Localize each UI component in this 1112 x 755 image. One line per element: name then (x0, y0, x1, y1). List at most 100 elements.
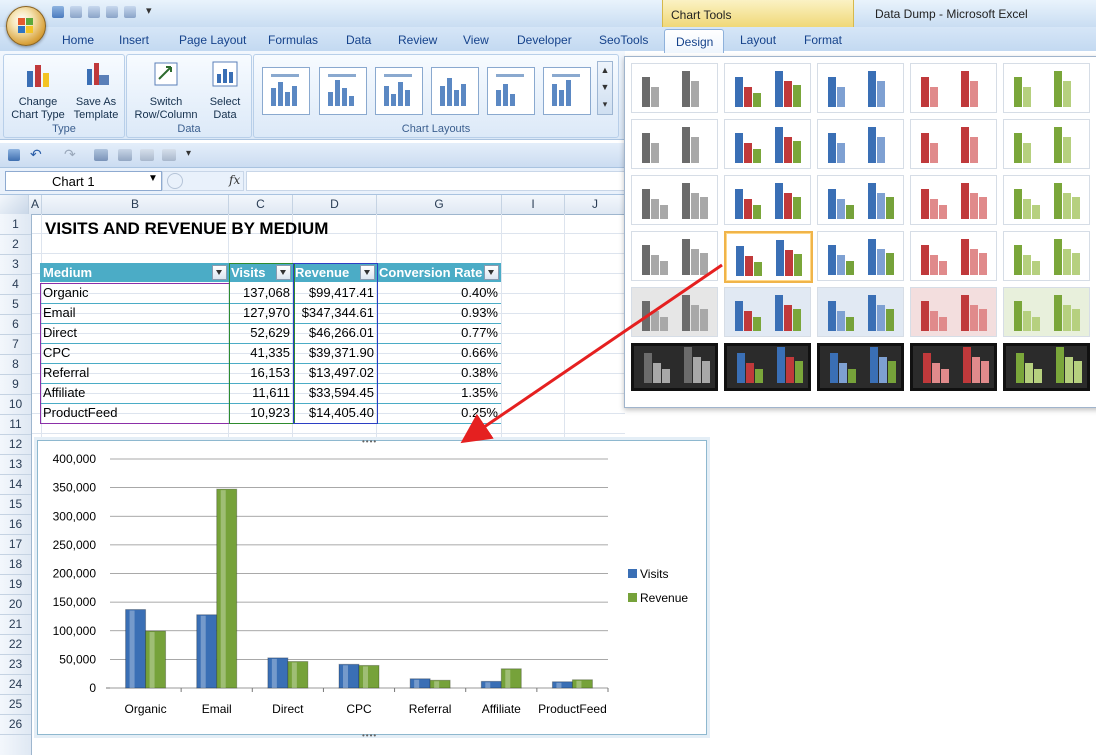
row-header-7[interactable]: 7 (0, 334, 31, 355)
row-header-20[interactable]: 20 (0, 594, 31, 615)
row-header-22[interactable]: 22 (0, 634, 31, 655)
row-header-2[interactable]: 2 (0, 234, 31, 255)
chart-bar-revenue[interactable] (287, 661, 309, 689)
row-header-1[interactable]: 1 (0, 214, 31, 235)
save-as-template-button[interactable]: Save As Template (68, 59, 124, 122)
chart-layout-6[interactable] (543, 67, 591, 115)
row-header-24[interactable]: 24 (0, 674, 31, 695)
chart-bar-visits[interactable] (125, 609, 147, 689)
chart-style-option[interactable] (1003, 343, 1090, 391)
row-header-26[interactable]: 26 (0, 714, 31, 735)
chart-style-option[interactable] (910, 119, 997, 169)
tab-developer[interactable]: Developer (517, 33, 572, 47)
chart-bar-visits[interactable] (267, 657, 289, 689)
chart-layout-1[interactable] (262, 67, 310, 115)
qat-dropdown-icon[interactable]: ▾ (146, 4, 152, 17)
select-all-button[interactable] (0, 195, 29, 214)
chart-style-option[interactable] (1003, 287, 1090, 337)
preview-icon[interactable] (124, 6, 136, 18)
tab-review[interactable]: Review (398, 33, 437, 47)
chart-style-option[interactable] (910, 287, 997, 337)
change-chart-type-button[interactable]: Change Chart Type (10, 59, 66, 122)
row-header-12[interactable]: 12 (0, 434, 31, 455)
sheet-title[interactable]: VISITS AND REVENUE BY MEDIUM (45, 219, 328, 239)
switch-row-column-button[interactable]: Switch Row/Column (131, 59, 201, 122)
column-header-b[interactable]: B (42, 195, 229, 214)
row-header-9[interactable]: 9 (0, 374, 31, 395)
undo-icon[interactable] (70, 6, 82, 18)
chart-style-option[interactable] (1003, 63, 1090, 113)
column-header-a[interactable]: A (29, 195, 42, 214)
row-header-8[interactable]: 8 (0, 354, 31, 375)
chart-bar-revenue[interactable] (145, 630, 167, 689)
customize-qat-icon[interactable]: ▾ (186, 148, 191, 159)
save-icon[interactable] (8, 149, 20, 161)
chart-bar-revenue[interactable] (429, 679, 451, 689)
chart-layout-5[interactable] (487, 67, 535, 115)
tab-page-layout[interactable]: Page Layout (179, 33, 246, 47)
chart-style-option[interactable] (910, 175, 997, 225)
tab-data[interactable]: Data (346, 33, 371, 47)
column-header-c[interactable]: C (229, 195, 293, 214)
chart-layout-2[interactable] (319, 67, 367, 115)
row-header-18[interactable]: 18 (0, 554, 31, 575)
tab-insert[interactable]: Insert (119, 33, 149, 47)
column-header-i[interactable]: I (502, 195, 565, 214)
table-header-medium[interactable]: Medium (40, 263, 229, 282)
row-header-6[interactable]: 6 (0, 314, 31, 335)
chart-style-option[interactable] (817, 343, 904, 391)
row-header-23[interactable]: 23 (0, 654, 31, 675)
row-header-13[interactable]: 13 (0, 454, 31, 475)
chart-style-option[interactable] (817, 63, 904, 113)
office-button[interactable] (6, 6, 46, 46)
formula-input[interactable] (246, 171, 627, 191)
redo-icon[interactable] (88, 6, 100, 18)
chart-style-option[interactable] (724, 175, 811, 225)
chart-style-option[interactable] (817, 119, 904, 169)
chart-style-option[interactable] (1003, 231, 1090, 281)
chart-bar-revenue[interactable] (216, 488, 238, 689)
chart-style-option[interactable] (817, 175, 904, 225)
row-header-15[interactable]: 15 (0, 494, 31, 515)
print-preview-icon[interactable] (162, 149, 176, 161)
chart-layout-4[interactable] (431, 67, 479, 115)
select-data-button[interactable]: Select Data (203, 59, 247, 122)
chart-bar-visits[interactable] (338, 663, 360, 689)
chart-bar-visits[interactable] (551, 681, 573, 689)
row-header-11[interactable]: 11 (0, 414, 31, 435)
row-header-5[interactable]: 5 (0, 294, 31, 315)
tab-layout[interactable]: Layout (740, 33, 776, 47)
tab-design[interactable]: Design (664, 29, 724, 53)
row-header-3[interactable]: 3 (0, 254, 31, 275)
column-header-j[interactable]: J (565, 195, 626, 214)
row-header-10[interactable]: 10 (0, 394, 31, 415)
column-header-g[interactable]: G (377, 195, 502, 214)
chart-style-option[interactable] (631, 63, 718, 113)
chart-style-option[interactable] (631, 119, 718, 169)
save-icon[interactable] (52, 6, 64, 18)
tab-format[interactable]: Format (804, 33, 842, 47)
column-header-d[interactable]: D (293, 195, 377, 214)
redo-icon[interactable]: ↷ (64, 146, 76, 163)
chart-style-option[interactable] (817, 231, 904, 281)
tab-formulas[interactable]: Formulas (268, 33, 318, 47)
tab-home[interactable]: Home (62, 33, 94, 47)
paste-icon[interactable] (118, 149, 132, 161)
row-header-14[interactable]: 14 (0, 474, 31, 495)
format-painter-icon[interactable] (140, 149, 154, 161)
insert-function-icon[interactable]: fx (229, 173, 240, 187)
chart-bar-revenue[interactable] (358, 664, 380, 689)
chart-style-option[interactable] (1003, 175, 1090, 225)
name-box-dropdown-icon[interactable]: ▼ (148, 173, 158, 184)
chart-style-option[interactable] (724, 119, 811, 169)
filter-dropdown-icon[interactable] (212, 265, 227, 280)
tab-seotools[interactable]: SeoTools (599, 33, 648, 47)
chart-style-option[interactable] (724, 63, 811, 113)
layouts-scroll-buttons[interactable]: ▲ ▼ ▾ (597, 61, 613, 115)
tab-view[interactable]: View (463, 33, 489, 47)
chart-bar-visits[interactable] (409, 678, 431, 689)
chart-layout-3[interactable] (375, 67, 423, 115)
chart-style-option[interactable] (910, 343, 997, 391)
row-header-17[interactable]: 17 (0, 534, 31, 555)
row-header-19[interactable]: 19 (0, 574, 31, 595)
